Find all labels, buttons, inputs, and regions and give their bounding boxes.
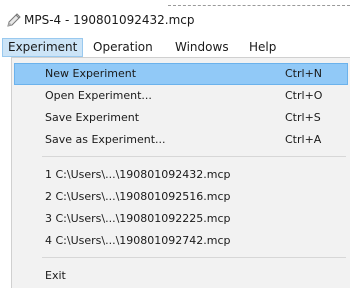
menu-item-label: New Experiment	[45, 67, 137, 80]
menu-item-recent-file-1[interactable]: 1 C:\Users\...\190801092432.mcp	[14, 164, 348, 186]
menu-windows[interactable]: Windows	[170, 38, 234, 57]
menu-item-shortcut: Ctrl+S	[285, 111, 321, 124]
menu-item-shortcut: Ctrl+O	[285, 89, 323, 102]
menu-item-shortcut: Ctrl+N	[285, 67, 323, 80]
menu-item-label: Exit	[45, 269, 66, 282]
menu-item-recent-file-2[interactable]: 2 C:\Users\...\190801092516.mcp	[14, 186, 348, 208]
menu-item-label: 4 C:\Users\...\190801092742.mcp	[45, 234, 231, 247]
menu-item-label: Save Experiment	[45, 111, 140, 124]
pencil-icon	[7, 13, 21, 27]
menu-help[interactable]: Help	[244, 38, 281, 57]
menu-item-label: 1 C:\Users\...\190801092432.mcp	[45, 168, 231, 181]
menu-operation[interactable]: Operation	[88, 38, 158, 57]
menu-item-label: Save as Experiment...	[45, 133, 166, 146]
window-title: MPS-4 - 190801092432.mcp	[24, 13, 195, 27]
menu-bar: Experiment Operation Windows Help	[0, 38, 352, 58]
menu-item-recent-file-3[interactable]: 3 C:\Users\...\190801092225.mcp	[14, 208, 348, 230]
menu-item-recent-file-4[interactable]: 4 C:\Users\...\190801092742.mcp	[14, 230, 348, 252]
menu-experiment[interactable]: Experiment	[2, 38, 84, 57]
menu-item-open-experiment[interactable]: Open Experiment... Ctrl+O	[14, 85, 348, 107]
menu-item-save-as-experiment[interactable]: Save as Experiment... Ctrl+A	[14, 129, 348, 151]
menu-item-label: Open Experiment...	[45, 89, 152, 102]
menu-separator	[42, 156, 346, 157]
title-bar: MPS-4 - 190801092432.mcp	[0, 0, 352, 38]
menu-item-save-experiment[interactable]: Save Experiment Ctrl+S	[14, 107, 348, 129]
title-bar-dashed-edge	[168, 5, 350, 6]
experiment-dropdown-menu: New Experiment Ctrl+N Open Experiment...…	[11, 57, 350, 288]
menu-item-shortcut: Ctrl+A	[285, 133, 322, 146]
menu-item-exit[interactable]: Exit	[14, 265, 348, 287]
menu-separator	[42, 257, 346, 258]
menu-item-label: 3 C:\Users\...\190801092225.mcp	[45, 212, 231, 225]
menu-item-label: 2 C:\Users\...\190801092516.mcp	[45, 190, 231, 203]
menu-item-new-experiment[interactable]: New Experiment Ctrl+N	[14, 63, 348, 85]
